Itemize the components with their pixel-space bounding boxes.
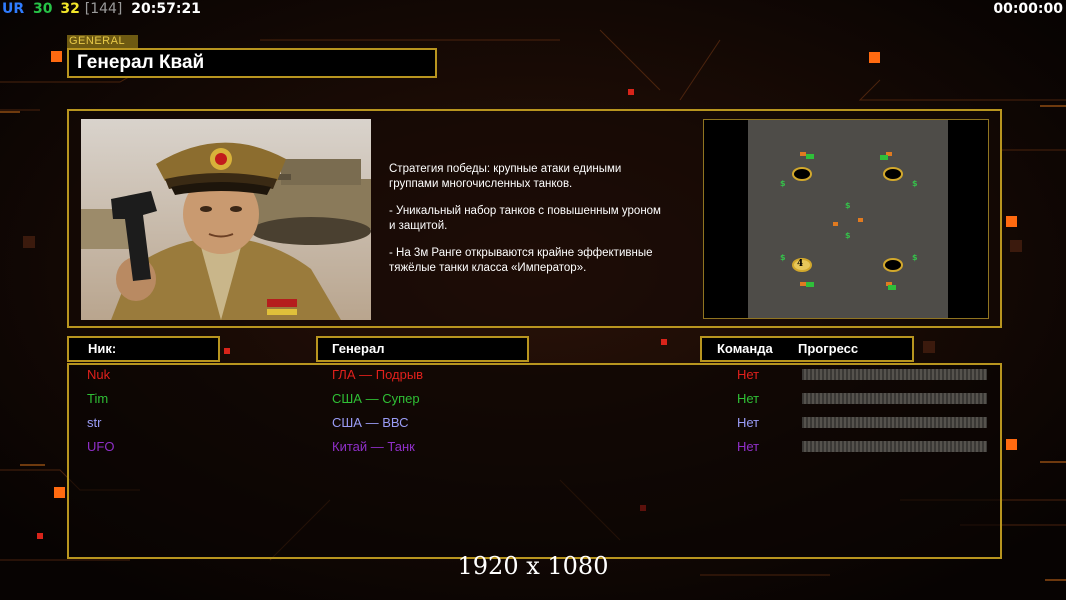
player-team[interactable]: Нет <box>737 437 759 457</box>
table-row[interactable]: UFO Китай — Танк Нет <box>69 437 1004 457</box>
table-row[interactable]: Nuk ГЛА — Подрыв Нет <box>69 365 1004 385</box>
header-team-progress: Команда Прогресс <box>700 336 914 362</box>
strategy-description: Стратегия победы: крупные атаки едиными … <box>389 162 694 288</box>
general-portrait <box>81 119 371 320</box>
player-nick: Nuk <box>87 367 111 382</box>
status-value-c: [144] <box>84 1 123 17</box>
table-row[interactable]: str США — ВВС Нет <box>69 413 1004 433</box>
header-team-label: Команда <box>717 341 773 356</box>
svg-text:$: $ <box>912 179 918 188</box>
table-row[interactable]: Tim США — Супер Нет <box>69 389 1004 409</box>
svg-text:$: $ <box>912 253 918 262</box>
start-position-label: 4 <box>797 259 804 269</box>
strategy-line-2: - Уникальный набор танков с повышенным у… <box>389 205 661 232</box>
status-bar: UR 30 32 [144] 20:57:21 <box>2 0 205 18</box>
player-general[interactable]: Китай — Танк <box>332 437 415 457</box>
svg-text:$: $ <box>845 231 851 240</box>
header-nick-label: Ник: <box>88 341 117 356</box>
general-tag: GENERAL <box>67 35 138 48</box>
player-team[interactable]: Нет <box>737 413 759 433</box>
strategy-line-1: Стратегия победы: крупные атаки едиными … <box>389 163 622 190</box>
player-nick: str <box>87 415 102 430</box>
status-clock: 20:57:21 <box>131 1 201 17</box>
player-team[interactable]: Нет <box>737 365 759 385</box>
header-nick: Ник: <box>67 336 220 362</box>
player-nick: UFO <box>87 439 115 454</box>
strategy-line-3: - На 3м Ранге открываются крайне эффекти… <box>389 247 653 274</box>
minimap-icon: $ $ $ $ $ $ 4 <box>748 120 948 318</box>
general-title: Генерал Квай <box>67 48 437 78</box>
player-general[interactable]: США — Супер <box>332 389 420 409</box>
svg-text:$: $ <box>780 253 786 262</box>
header-general-label: Генерал <box>332 341 385 356</box>
svg-text:$: $ <box>780 179 786 188</box>
status-value-a: 30 <box>33 1 53 17</box>
player-nick: Tim <box>87 391 109 406</box>
header-general: Генерал <box>316 336 529 362</box>
status-value-b: 32 <box>60 1 80 17</box>
game-timer: 00:00:00 <box>993 1 1063 17</box>
player-general[interactable]: ГЛА — Подрыв <box>332 365 423 385</box>
map-preview[interactable]: $ $ $ $ $ $ 4 <box>703 119 989 319</box>
player-general[interactable]: США — ВВС <box>332 413 409 433</box>
progress-bar <box>802 417 987 428</box>
header-progress-label: Прогресс <box>798 341 859 356</box>
progress-bar <box>802 393 987 404</box>
resolution-label: 1920 x 1080 <box>457 552 609 580</box>
progress-bar <box>802 369 987 380</box>
progress-bar <box>802 441 987 452</box>
players-table: Nuk ГЛА — Подрыв Нет Tim США — Супер Нет… <box>67 363 1002 559</box>
ur-label: UR <box>2 1 25 17</box>
player-team[interactable]: Нет <box>737 389 759 409</box>
svg-text:$: $ <box>845 201 851 210</box>
general-portrait-icon <box>81 119 371 320</box>
